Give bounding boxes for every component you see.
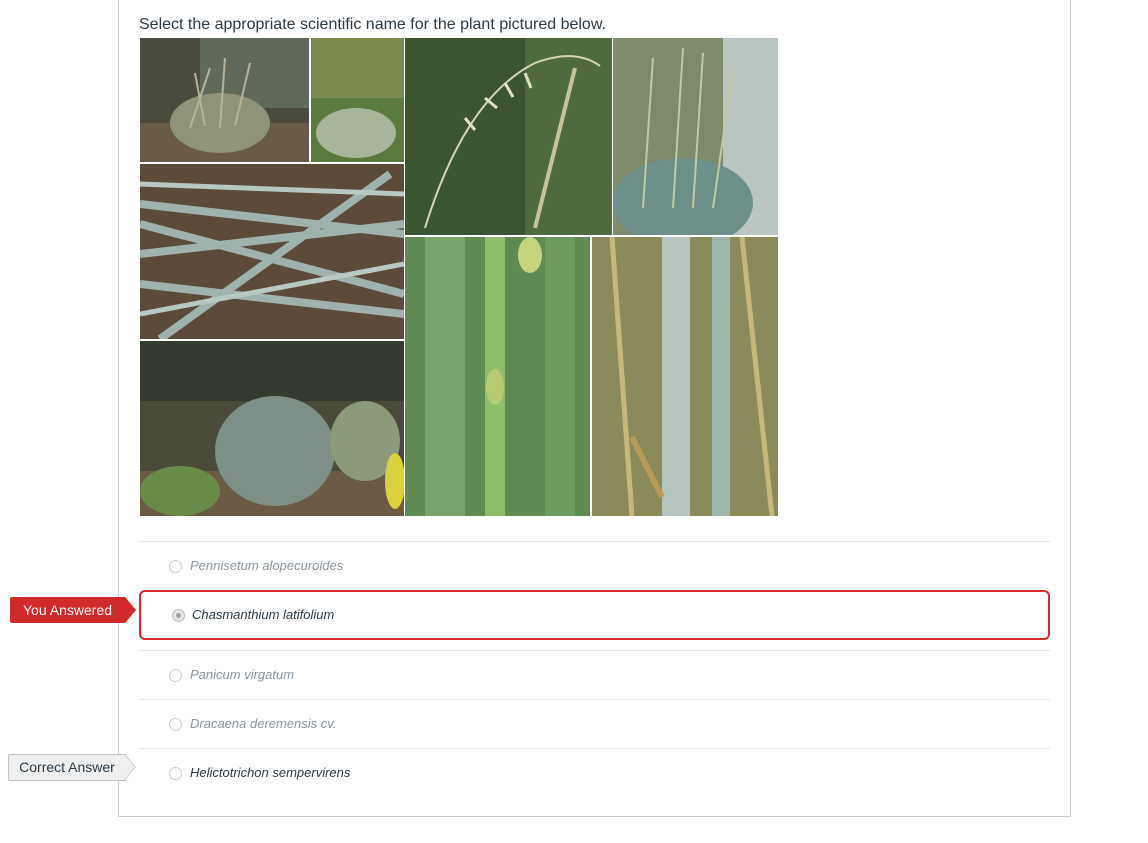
answer-label: Pennisetum alopecuroides — [190, 558, 344, 573]
photo-tile-garden-bed — [311, 38, 404, 162]
radio-button[interactable] — [169, 560, 182, 573]
photo-tile-blue-leaves — [140, 164, 404, 339]
radio-button[interactable] — [169, 669, 182, 682]
question-text: Select the appropriate scientific name f… — [139, 16, 606, 33]
photo-tile-stem-node — [405, 237, 590, 516]
answer-label: Dracaena deremensis cv. — [190, 716, 337, 731]
radio-button[interactable] — [169, 767, 182, 780]
answer-option-3[interactable]: Panicum virgatum — [139, 651, 1050, 699]
answer-label: Helictotrichon sempervirens — [190, 765, 351, 780]
answer-label: Panicum virgatum — [190, 667, 295, 682]
photo-tile-panicle — [405, 38, 612, 235]
answer-option-1[interactable]: Pennisetum alopecuroides — [139, 542, 1050, 590]
answer-option-2-selected[interactable]: Chasmanthium latifolium — [139, 590, 1050, 640]
photo-tile-mound — [140, 341, 404, 516]
answer-option-5-correct[interactable]: Helictotrichon sempervirens — [139, 749, 1050, 797]
photo-tile-fountain-clump — [613, 38, 778, 235]
plant-image-collage — [140, 38, 778, 516]
photo-tile-garden-clump — [140, 38, 309, 162]
radio-button-selected[interactable] — [172, 609, 185, 622]
answer-option-4[interactable]: Dracaena deremensis cv. — [139, 700, 1050, 748]
photo-tile-stem-closeup — [592, 237, 778, 516]
correct-answer-flag: Correct Answer — [8, 754, 136, 781]
you-answered-flag: You Answered — [10, 597, 136, 623]
answer-label: Chasmanthium latifolium — [192, 607, 335, 622]
radio-button[interactable] — [169, 718, 182, 731]
